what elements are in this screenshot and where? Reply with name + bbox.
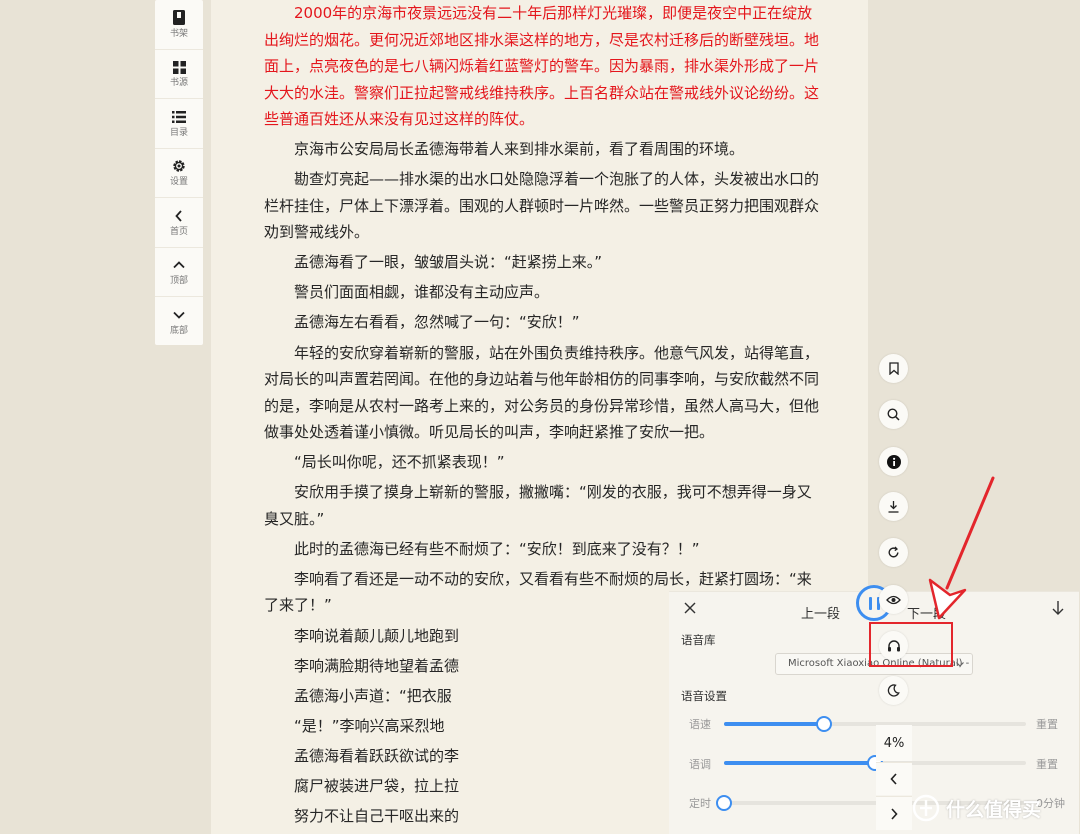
annotation-highlight-box: [869, 622, 953, 667]
sidebar-item-label: 首页: [169, 226, 188, 237]
bookshelf-icon: [171, 10, 187, 26]
eye-icon: [886, 595, 901, 604]
paragraph: 勘查灯亮起——排水渠的出水口处隐隐浮着一个泡胀了的人体，头发被出水口的栏杆挂住，…: [264, 170, 820, 242]
left-sidebar: 书架 书源 目录 设置 首页 顶部 底部: [155, 0, 203, 345]
download-button[interactable]: [879, 492, 908, 521]
next-chapter-button[interactable]: [876, 796, 912, 830]
pitch-reset-button[interactable]: 重置: [1036, 756, 1058, 772]
arrow-down-icon[interactable]: [1051, 600, 1065, 616]
paragraph: 孟德海看了一眼，皱皱眉头说：“赶紧捞上来。”: [294, 253, 603, 272]
night-mode-button[interactable]: [879, 676, 908, 705]
pause-icon: [868, 596, 872, 610]
pitch-slider-fill: [724, 761, 875, 765]
paragraph: 京海市公安局局长孟德海带着人来到排水渠前，看了看周围的环境。: [294, 140, 745, 159]
logo-icon: [912, 794, 940, 822]
rate-label: 语速: [689, 718, 711, 731]
paragraph: 此时的孟德海已经有些不耐烦了：“安欣！到底来了没有？！”: [294, 539, 700, 558]
moon-icon: [887, 684, 900, 697]
annotation-arrow: [928, 476, 995, 620]
chevron-up-icon: [171, 257, 187, 273]
paragraph: 警员们面面相觑，谁都没有主动应声。: [294, 283, 550, 302]
list-icon: [171, 109, 187, 125]
reading-progress: 4%: [876, 725, 912, 761]
site-watermark: 什么值得买: [912, 788, 1041, 828]
search-icon: [887, 408, 900, 421]
prev-paragraph-button[interactable]: 上一段: [801, 603, 840, 622]
grid-icon: [171, 59, 187, 75]
timer-label: 定时: [689, 797, 711, 810]
sidebar-item-toc[interactable]: 目录: [155, 99, 203, 149]
sidebar-item-label: 设置: [169, 177, 188, 188]
paragraph: 年轻的安欣穿着崭新的警服，站在外围负责维持秩序。他意气风发，站得笔直，对局长的叫…: [264, 343, 820, 442]
timer-slider-thumb[interactable]: [716, 795, 732, 811]
reader-page: 2000年的京海市夜景远远没有二十年后那样灯光璀璨，即便是夜空中正在绽放出绚烂的…: [211, 0, 1079, 834]
prev-chapter-button[interactable]: [876, 762, 912, 795]
sidebar-item-settings[interactable]: 设置: [155, 149, 203, 198]
rate-slider[interactable]: [724, 716, 1026, 732]
pitch-label: 语调: [689, 758, 711, 771]
chevron-right-icon: [891, 807, 898, 820]
search-button[interactable]: [879, 400, 908, 429]
sidebar-item-label: 底部: [169, 326, 188, 337]
chevron-down-icon: [171, 307, 187, 323]
rate-slider-thumb[interactable]: [816, 716, 832, 732]
info-button[interactable]: [879, 447, 908, 476]
sidebar-item-label: 目录: [169, 127, 188, 138]
paragraph: 2000年的京海市夜景远远没有二十年后那样灯光璀璨，即便是夜空中正在绽放出绚烂的…: [264, 4, 820, 128]
info-icon: [886, 454, 901, 469]
sidebar-item-bottom[interactable]: 底部: [155, 297, 203, 347]
sidebar-item-bookshelf[interactable]: 书架: [155, 0, 203, 50]
chevron-left-icon: [890, 773, 897, 785]
sidebar-item-source[interactable]: 书源: [155, 50, 203, 99]
pitch-slider[interactable]: [724, 755, 1026, 771]
rate-reset-button[interactable]: 重置: [1036, 716, 1058, 732]
sidebar-item-label: 书源: [169, 78, 188, 89]
bookmark-button[interactable]: [879, 354, 908, 383]
sidebar-item-top[interactable]: 顶部: [155, 248, 203, 297]
eye-button[interactable]: [879, 585, 908, 614]
gear-icon: [171, 158, 187, 174]
close-icon[interactable]: [683, 600, 697, 614]
sidebar-item-home[interactable]: 首页: [155, 198, 203, 248]
download-icon: [888, 501, 899, 513]
rate-slider-fill: [724, 722, 824, 726]
watermark-text: 什么值得买: [946, 798, 1042, 821]
voice-settings-title: 语音设置: [681, 689, 727, 703]
voice-library-title: 语音库: [681, 633, 716, 647]
refresh-icon: [888, 546, 899, 558]
paragraph: 安欣用手摸了摸身上崭新的警服，撇撇嘴：“刚发的衣服，我可不想弄得一身又臭又脏。”: [264, 483, 812, 528]
sidebar-item-label: 书架: [169, 28, 188, 39]
chevron-down-icon: [955, 659, 965, 669]
sidebar-item-label: 顶部: [169, 276, 188, 287]
chevron-left-icon: [171, 208, 187, 224]
refresh-button[interactable]: [879, 538, 908, 567]
bookmark-icon: [888, 362, 899, 375]
paragraph: 孟德海左右看看，忽然喊了一句：“安欣！”: [294, 313, 580, 332]
paragraph: “局长叫你呢，还不抓紧表现！”: [294, 453, 505, 472]
